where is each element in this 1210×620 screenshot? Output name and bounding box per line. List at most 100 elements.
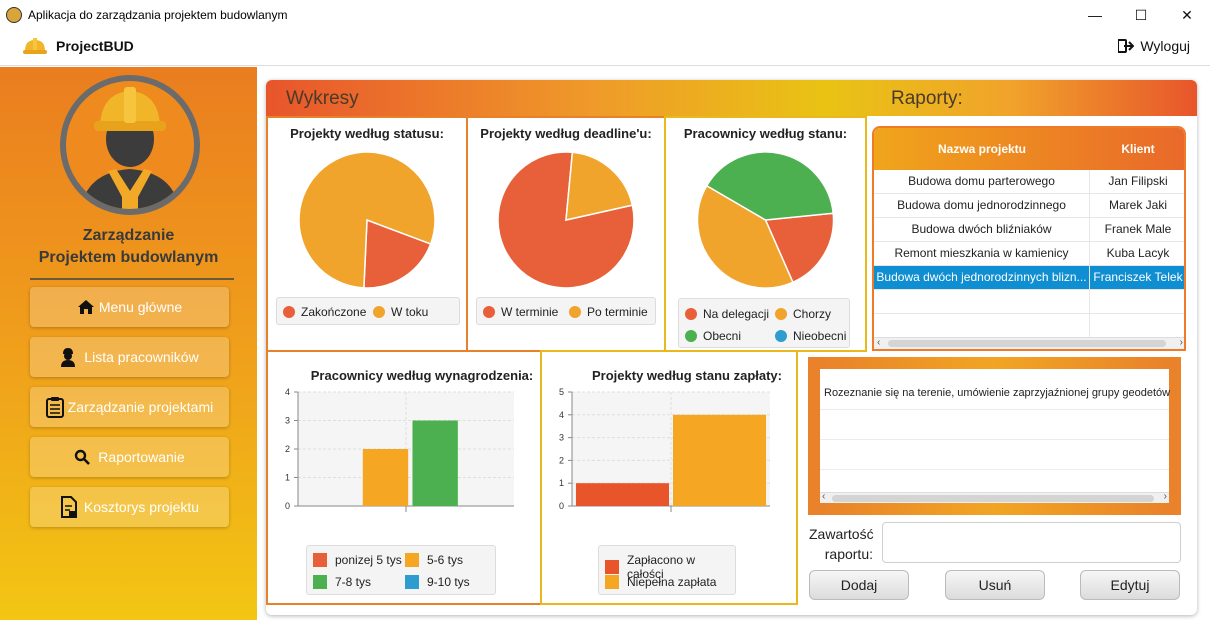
legend-label: W terminie: [501, 305, 559, 319]
legend-label: Chorzy: [793, 307, 832, 321]
legend-item: 9-10 tys: [405, 575, 470, 589]
sidebar-item-menu-glowne[interactable]: Menu główne: [30, 287, 229, 327]
legend-swatch: [685, 330, 697, 342]
bar-chart: 0 1 2 3 4: [285, 388, 514, 512]
chart-workers-salary: Pracownicy według wynagrodzenia: 0 1 2 3 4 p…: [266, 350, 542, 605]
table-row-empty: [874, 314, 1184, 338]
bar-niepełna-zapłata: [672, 414, 767, 506]
table-row-empty: [874, 290, 1184, 314]
legend-item: 7-8 tys: [313, 575, 371, 589]
chart-projects-payment: Projekty według stanu zapłaty: 0 1 2 3 4 5 Za…: [540, 350, 798, 605]
cell-client: Kuba Lacyk: [1106, 246, 1170, 260]
column-header-project[interactable]: Nazwa projektu: [874, 142, 1090, 156]
legend-swatch: [685, 308, 697, 320]
scroll-right-icon[interactable]: ›: [1164, 491, 1167, 502]
y-tick-label: 4: [285, 388, 290, 397]
sidebar-item-label: Zarządzanie projektami: [67, 399, 214, 415]
chart-legend: Zakończone W toku: [276, 297, 460, 325]
bar-5-6-tys: [362, 449, 409, 506]
minimize-button[interactable]: —: [1072, 0, 1118, 30]
chart-title: Projekty według statusu:: [290, 126, 444, 141]
reports-table: Nazwa projektu Klient Budowa domu parter…: [872, 126, 1186, 351]
brand-name: ProjectBUD: [56, 38, 134, 54]
report-content-label: Zawartość raportu:: [809, 524, 874, 564]
cell-client: Franciszek Telek: [1093, 270, 1183, 284]
legend-swatch: [313, 553, 327, 567]
scrollbar-thumb[interactable]: [832, 495, 1154, 502]
chart-projects-status: Projekty według statusu: Zakończone W to…: [266, 116, 468, 352]
home-icon: [77, 299, 95, 315]
sidebar-item-kosztorys-projektu[interactable]: Kosztorys projektu: [30, 487, 229, 527]
cell-client: Marek Jaki: [1108, 198, 1167, 212]
legend-label: Niepełna zapłata: [627, 575, 717, 589]
legend-label: 5-6 tys: [427, 553, 464, 567]
legend-label: 7-8 tys: [335, 575, 372, 589]
chart-title: Projekty według stanu zapłaty:: [592, 368, 782, 383]
y-tick-label: 2: [559, 455, 564, 465]
sidebar-item-label: Raportowanie: [98, 449, 185, 465]
bar-chart: 0 1 2 3 4 5: [559, 388, 770, 512]
bar-zapłacono-w-całości: [575, 483, 670, 506]
edit-button[interactable]: Edytuj: [1080, 570, 1180, 600]
report-preview-text: Rozeznanie się na terenie, umówienie zap…: [824, 387, 1170, 399]
legend-swatch: [483, 306, 495, 318]
sidebar: Zarządzanie Projektem budowlanym Menu gł…: [0, 67, 257, 620]
table-horizontal-scrollbar[interactable]: ‹ ›: [874, 337, 1184, 349]
scroll-right-icon[interactable]: ›: [1180, 337, 1183, 348]
table-row[interactable]: Budowa dwóch bliźniaków Franek Male: [874, 218, 1184, 242]
cell-project: Budowa dwóch bliźniaków: [874, 218, 1090, 242]
legend-label: W toku: [391, 305, 429, 319]
y-tick-label: 0: [285, 501, 290, 511]
legend-swatch: [605, 560, 619, 574]
table-header: Nazwa projektu Klient: [874, 128, 1184, 170]
cell-client: Franek Male: [1104, 222, 1172, 236]
sidebar-item-lista-pracownikow[interactable]: Lista pracowników: [30, 337, 229, 377]
maximize-button[interactable]: ☐: [1118, 0, 1164, 30]
y-tick-label: 3: [559, 433, 564, 443]
legend-swatch: [605, 575, 619, 589]
brand: ProjectBUD: [22, 36, 134, 56]
legend-swatch: [373, 306, 385, 318]
table-row[interactable]: Budowa domu jednorodzinnego Marek Jaki: [874, 194, 1184, 218]
chart-legend: W terminie Po terminie: [476, 297, 656, 325]
sidebar-item-zarzadzanie-projektami[interactable]: Zarządzanie projektami: [30, 387, 229, 427]
logout-icon: [1118, 39, 1135, 53]
main-panel: Wykresy Raporty: Projekty według statusu…: [266, 80, 1197, 615]
chart-title: Pracownicy według stanu:: [683, 126, 848, 141]
table-row-selected[interactable]: Budowa dwóch jednorodzinnych blizn... Fra…: [874, 266, 1184, 290]
preview-horizontal-scrollbar[interactable]: ‹ ›: [820, 491, 1169, 503]
legend-item: Po terminie: [569, 305, 648, 319]
document-icon: [60, 496, 78, 518]
hardhat-icon: [23, 38, 47, 54]
logout-button[interactable]: Wyloguj: [1118, 38, 1190, 54]
column-header-client[interactable]: Klient: [1090, 142, 1184, 156]
legend-swatch: [775, 330, 787, 342]
sidebar-item-label: Lista pracowników: [84, 349, 199, 365]
y-tick-label: 4: [559, 410, 564, 420]
scroll-left-icon[interactable]: ‹: [877, 337, 880, 348]
legend-swatch: [283, 306, 295, 318]
report-content-input[interactable]: [882, 522, 1181, 563]
cell-empty: [1090, 314, 1184, 338]
table-row[interactable]: Budowa domu parterowego Jan Filipski: [874, 170, 1184, 194]
sidebar-divider: [30, 278, 234, 280]
pie-chart: [497, 151, 635, 289]
report-preview[interactable]: Rozeznanie się na terenie, umówienie zap…: [808, 357, 1181, 515]
close-button[interactable]: ✕: [1164, 0, 1210, 30]
chart-title: Pracownicy według wynagrodzenia:: [310, 368, 534, 383]
clipboard-icon: [45, 396, 64, 418]
add-button[interactable]: Dodaj: [809, 570, 909, 600]
pie-chart: [696, 151, 835, 289]
legend-item: Niepełna zapłata: [605, 575, 716, 589]
scrollbar-thumb[interactable]: [888, 340, 1166, 347]
delete-button[interactable]: Usuń: [945, 570, 1045, 600]
sidebar-item-raportowanie[interactable]: Raportowanie: [30, 437, 229, 477]
table-row[interactable]: Remont mieszkania w kamienicy Kuba Lacyk: [874, 242, 1184, 266]
pie-chart: [298, 151, 436, 289]
scroll-left-icon[interactable]: ‹: [822, 491, 825, 502]
y-tick-label: 1: [559, 478, 564, 488]
worker-avatar-icon: [60, 75, 200, 215]
y-tick-label: 2: [285, 444, 290, 454]
cell-client: Jan Filipski: [1108, 174, 1168, 188]
main-header: [266, 80, 1197, 116]
